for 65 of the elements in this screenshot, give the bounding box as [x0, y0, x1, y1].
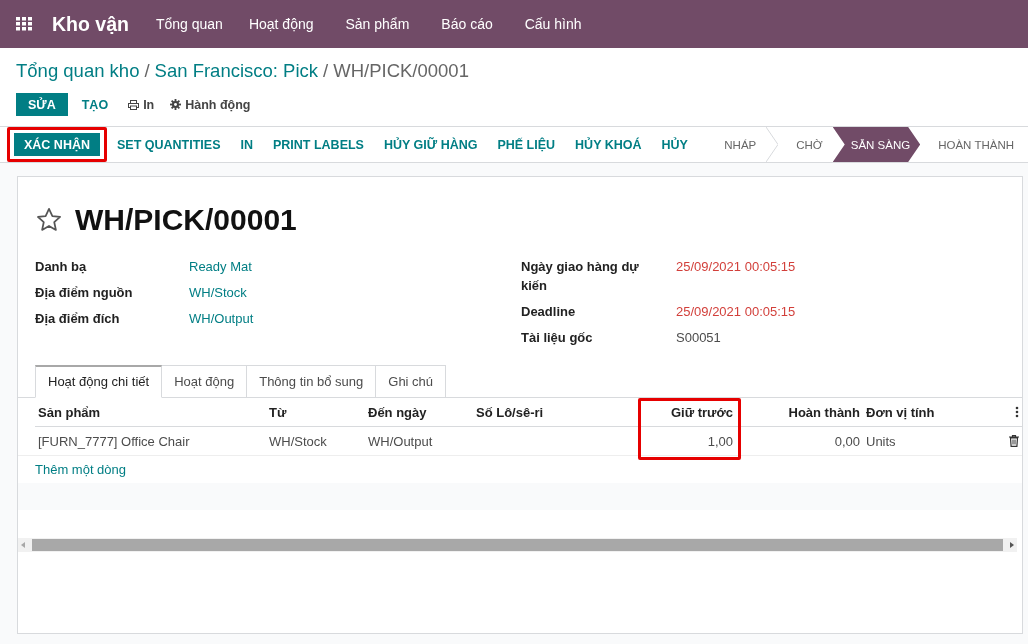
record-title: WH/PICK/00001 [75, 203, 297, 237]
column-header[interactable]: Đến ngày [365, 398, 473, 427]
gear-icon [170, 99, 182, 110]
breadcrumb-current: WH/PICK/00001 [333, 60, 469, 82]
table-cell: Units [863, 427, 990, 456]
table-cell: [FURN_7777] Office Chair [35, 427, 266, 456]
field-value[interactable]: WH/Stock [189, 283, 369, 302]
table-cell: WH/Stock [266, 427, 365, 456]
field-value: 25/09/2021 00:05:15 [676, 303, 797, 321]
field-value: S00051 [676, 329, 722, 347]
column-header[interactable]: Từ [266, 398, 365, 427]
field-value[interactable]: WH/Output [189, 309, 369, 328]
table-cell: 1,00 [641, 427, 736, 456]
status-stage[interactable]: SẴN SÀNG [832, 127, 921, 162]
menu-item[interactable]: Sản phẩm [332, 16, 423, 32]
breadcrumb-link[interactable]: Tổng quan kho [16, 60, 140, 82]
kebab-menu-icon[interactable] [1015, 406, 1019, 418]
breadcrumb-separator: / [323, 60, 329, 82]
column-header[interactable]: Hoàn thành [736, 398, 863, 427]
star-icon[interactable] [35, 206, 63, 234]
app-grid-icon[interactable] [16, 16, 34, 32]
action-button[interactable]: HỦY GIỮ HÀNG [373, 133, 488, 156]
status-stage[interactable]: CHỜ [778, 127, 833, 162]
notebook-tab[interactable]: Hoạt động chi tiết [35, 365, 163, 398]
confirm-button[interactable]: XÁC NHẬN [14, 133, 100, 156]
status-stage[interactable]: NHÁP [706, 127, 767, 162]
table-cell: WH/Output [365, 427, 473, 456]
field-label: Tài liệu gốc [521, 329, 594, 347]
action-button[interactable]: PHẾ LIỆU [487, 133, 566, 156]
table-cell: 0,00 [736, 427, 863, 456]
menu-item[interactable]: Tổng quan [142, 16, 236, 32]
action-button[interactable]: HỦY [651, 133, 698, 156]
action-button[interactable]: IN [230, 133, 263, 156]
field-value[interactable]: Ready Mat [189, 257, 369, 276]
action-button[interactable]: PRINT LABELS [262, 133, 374, 156]
menu-item[interactable]: Báo cáo [428, 16, 506, 32]
notebook-tab[interactable]: Hoạt động [162, 365, 248, 398]
field-value: 25/09/2021 00:05:15 [676, 258, 797, 276]
edit-button[interactable]: SỬA [16, 93, 68, 116]
column-header[interactable]: Sản phẩm [35, 398, 266, 427]
field-label: Ngày giao hàng dự kiến [521, 258, 640, 295]
menu-item[interactable]: Hoạt động [235, 16, 327, 32]
horizontal-scrollbar[interactable] [18, 538, 1017, 552]
printer-icon [128, 99, 140, 110]
field-label: Deadline [521, 303, 577, 321]
column-header[interactable]: Giữ trước [641, 398, 736, 427]
breadcrumb-separator: / [144, 60, 150, 82]
action-dropdown[interactable]: Hành động [164, 93, 257, 116]
action-button[interactable]: SET QUANTITIES [107, 133, 231, 156]
breadcrumb-link[interactable]: San Francisco: Pick [154, 60, 319, 82]
action-button[interactable]: HỦY KHOÁ [565, 133, 652, 156]
trash-icon[interactable] [1009, 435, 1019, 447]
print-dropdown[interactable]: In [122, 93, 161, 116]
add-line-link[interactable]: Thêm một dòng [35, 462, 127, 477]
field-label: Danh bạ [35, 258, 88, 276]
menu-item[interactable]: Cấu hình [511, 16, 595, 32]
field-label: Địa điểm đích [35, 310, 121, 328]
notebook-tab[interactable]: Ghi chú [376, 365, 447, 398]
app-title[interactable]: Kho vận [52, 12, 129, 36]
column-header[interactable]: Số Lô/sê-ri [473, 398, 641, 427]
notebook-tab[interactable]: Thông tin bổ sung [247, 365, 377, 398]
create-button[interactable]: TẠO [71, 93, 119, 116]
column-header[interactable]: Đơn vị tính [863, 398, 990, 427]
status-stage[interactable]: HOÀN THÀNH [920, 127, 1024, 162]
field-label: Địa điểm nguồn [35, 284, 134, 302]
